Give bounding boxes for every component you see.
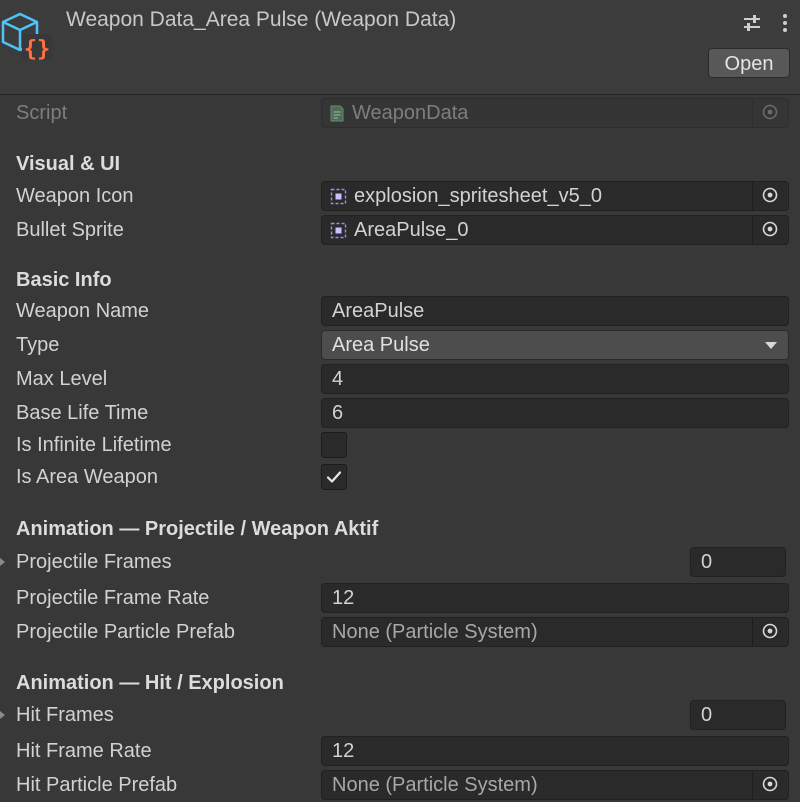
object-picker-icon	[762, 221, 778, 237]
script-row: Script WeaponData	[0, 96, 800, 130]
checkmark-icon	[326, 471, 342, 483]
weapon-name-row: Weapon Name AreaPulse	[0, 294, 800, 328]
is-area-weapon-checkbox[interactable]	[321, 464, 347, 490]
weapon-name-value: AreaPulse	[332, 300, 425, 322]
section-animation-projectile: Animation — Projectile / Weapon Aktif	[16, 518, 379, 540]
sprite-icon	[330, 188, 347, 205]
weapon-icon-field[interactable]: explosion_spritesheet_v5_0	[321, 181, 789, 211]
projectile-particle-prefab-value: None (Particle System)	[332, 621, 538, 643]
base-life-time-label: Base Life Time	[16, 402, 149, 424]
weapon-name-input[interactable]: AreaPulse	[321, 296, 789, 326]
script-value: WeaponData	[352, 102, 469, 124]
hit-particle-prefab-picker[interactable]	[752, 771, 788, 799]
object-picker-icon	[762, 187, 778, 203]
hit-particle-prefab-value: None (Particle System)	[332, 774, 538, 796]
sprite-icon	[330, 222, 347, 239]
bullet-sprite-row: Bullet Sprite AreaPulse_0	[0, 213, 800, 247]
svg-text:{}: {}	[24, 37, 51, 62]
inspector-header: {} Weapon Data_Area Pulse (Weapon Data) …	[0, 0, 800, 95]
section-visual-ui: Visual & UI	[16, 153, 121, 175]
projectile-particle-prefab-label: Projectile Particle Prefab	[16, 621, 235, 643]
projectile-frame-rate-row: Projectile Frame Rate 12	[0, 581, 800, 615]
script-label: Script	[16, 102, 68, 124]
open-button[interactable]: Open	[708, 48, 790, 78]
type-label: Type	[16, 334, 60, 356]
weapon-name-label: Weapon Name	[16, 300, 150, 322]
base-life-time-value: 6	[332, 402, 344, 424]
bullet-sprite-label: Bullet Sprite	[16, 219, 124, 241]
base-life-time-input[interactable]: 6	[321, 398, 789, 428]
projectile-frames-size-input[interactable]: 0	[690, 547, 786, 577]
object-picker-icon	[762, 776, 778, 792]
script-field: WeaponData	[321, 98, 789, 128]
projectile-frame-rate-value: 12	[332, 587, 355, 609]
section-animation-hit: Animation — Hit / Explosion	[16, 672, 284, 694]
projectile-particle-prefab-row: Projectile Particle Prefab None (Particl…	[0, 615, 800, 649]
chevron-down-icon	[765, 342, 777, 349]
script-file-icon	[330, 105, 344, 122]
foldout-arrow-icon[interactable]	[0, 558, 5, 566]
projectile-particle-prefab-field[interactable]: None (Particle System)	[321, 617, 789, 647]
bullet-sprite-field[interactable]: AreaPulse_0	[321, 215, 789, 245]
hit-frame-rate-row: Hit Frame Rate 12	[0, 734, 800, 768]
projectile-frame-rate-label: Projectile Frame Rate	[16, 587, 210, 609]
type-value: Area Pulse	[332, 334, 430, 356]
script-picker	[752, 99, 788, 127]
vertical-dots-icon[interactable]	[780, 12, 790, 34]
projectile-frames-label[interactable]: Projectile Frames	[16, 545, 172, 579]
weapon-icon-value: explosion_spritesheet_v5_0	[354, 185, 602, 207]
projectile-particle-prefab-picker[interactable]	[752, 618, 788, 646]
is-infinite-lifetime-checkbox[interactable]	[321, 432, 347, 458]
weapon-icon-row: Weapon Icon explosion_spritesheet_v5_0	[0, 179, 800, 213]
weapon-icon-label: Weapon Icon	[16, 185, 134, 207]
sliders-icon[interactable]	[742, 12, 762, 34]
max-level-value: 4	[332, 368, 344, 390]
hit-frame-rate-input[interactable]: 12	[321, 736, 789, 766]
weapon-icon-picker[interactable]	[752, 182, 788, 210]
projectile-frames-size: 0	[701, 551, 713, 573]
is-infinite-lifetime-label: Is Infinite Lifetime	[16, 434, 172, 456]
hit-frames-row: Hit Frames 0	[0, 698, 800, 732]
projectile-frames-row: Projectile Frames 0	[0, 545, 800, 579]
hit-frames-size: 0	[701, 704, 713, 726]
base-life-time-row: Base Life Time 6	[0, 396, 800, 430]
section-basic-info: Basic Info	[16, 269, 112, 291]
type-row: Type Area Pulse	[0, 328, 800, 362]
hit-frame-rate-value: 12	[332, 740, 355, 762]
hit-frame-rate-label: Hit Frame Rate	[16, 740, 152, 762]
hit-particle-prefab-row: Hit Particle Prefab None (Particle Syste…	[0, 768, 800, 802]
max-level-label: Max Level	[16, 368, 108, 390]
hit-particle-prefab-label: Hit Particle Prefab	[16, 774, 178, 796]
hit-frames-label[interactable]: Hit Frames	[16, 698, 114, 732]
bullet-sprite-value: AreaPulse_0	[354, 219, 469, 241]
bullet-sprite-picker[interactable]	[752, 216, 788, 244]
max-level-row: Max Level 4	[0, 362, 800, 396]
is-area-weapon-row: Is Area Weapon	[0, 460, 800, 494]
asset-title: Weapon Data_Area Pulse (Weapon Data)	[66, 8, 457, 31]
target-icon	[762, 104, 778, 120]
scriptable-object-icon: {}	[1, 12, 52, 62]
max-level-input[interactable]: 4	[321, 364, 789, 394]
type-dropdown[interactable]: Area Pulse	[321, 330, 789, 360]
hit-particle-prefab-field[interactable]: None (Particle System)	[321, 770, 789, 800]
projectile-frame-rate-input[interactable]: 12	[321, 583, 789, 613]
is-infinite-lifetime-row: Is Infinite Lifetime	[0, 428, 800, 462]
foldout-arrow-icon[interactable]	[0, 711, 5, 719]
object-picker-icon	[762, 623, 778, 639]
is-area-weapon-label: Is Area Weapon	[16, 466, 158, 488]
hit-frames-size-input[interactable]: 0	[690, 700, 786, 730]
